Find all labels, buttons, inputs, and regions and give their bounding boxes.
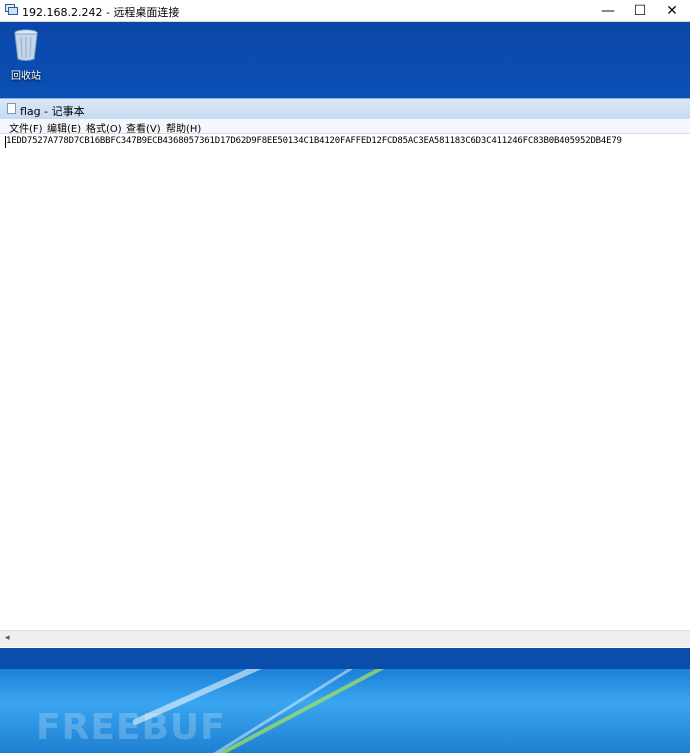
menu-edit[interactable]: 编辑(E) [47, 120, 81, 135]
notepad-icon [7, 103, 16, 114]
remote-desktop-icon [5, 4, 18, 15]
rdp-titlebar: 192.168.2.242 - 远程桌面连接 — ☐ ✕ [0, 0, 690, 22]
horizontal-scrollbar[interactable]: ◂ [0, 630, 690, 647]
text-editor[interactable]: 1EDD7527A778D7CB16BBFC347B9ECB4368057361… [0, 134, 690, 630]
desktop-icon-label: 回收站 [11, 71, 41, 82]
notepad-window[interactable]: flag - 记事本 文件(F) 编辑(E) 格式(O) 查看(V) 帮助(H)… [0, 98, 690, 648]
menu-format[interactable]: 格式(O) [86, 120, 122, 135]
menu-bar: 文件(F) 编辑(E) 格式(O) 查看(V) 帮助(H) [0, 119, 690, 135]
notepad-titlebar[interactable]: flag - 记事本 [0, 99, 690, 119]
close-button[interactable]: ✕ [656, 0, 688, 22]
scroll-left-arrow[interactable]: ◂ [5, 633, 10, 643]
flag-text[interactable]: 1EDD7527A778D7CB16BBFC347B9ECB4368057361… [6, 136, 622, 146]
watermark-logo: FREEBUF [36, 707, 226, 748]
minimize-button[interactable]: — [592, 0, 624, 22]
recycle-bin-icon [14, 29, 38, 61]
maximize-button[interactable]: ☐ [624, 0, 656, 22]
rdp-window-title: 192.168.2.242 - 远程桌面连接 [22, 6, 180, 19]
desktop-icon-recycle-bin[interactable]: 回收站 [4, 28, 48, 82]
menu-file[interactable]: 文件(F) [9, 120, 43, 135]
notepad-title: flag - 记事本 [20, 105, 85, 118]
menu-view[interactable]: 查看(V) [126, 120, 161, 135]
wallpaper: FREEBUF [0, 669, 690, 753]
menu-help[interactable]: 帮助(H) [166, 120, 201, 135]
